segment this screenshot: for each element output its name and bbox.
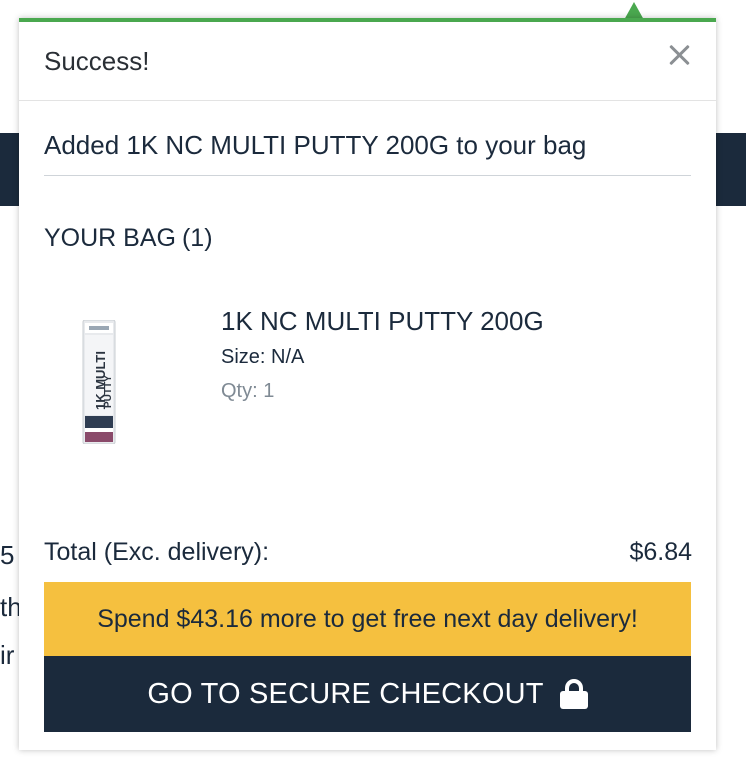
product-image[interactable]: 1K MULTI PUTTY <box>81 320 117 444</box>
secure-checkout-button[interactable]: GO TO SECURE CHECKOUT <box>44 656 691 732</box>
promo-text: Spend $43.16 more to get free next day d… <box>97 604 638 633</box>
lock-icon <box>559 679 588 709</box>
popup-header: Success! <box>19 22 716 101</box>
total-label: Total (Exc. delivery): <box>44 538 270 566</box>
bag-heading: YOUR BAG (1) <box>44 224 213 253</box>
product-size: Size: N/A <box>221 346 305 368</box>
product-name[interactable]: 1K NC MULTI PUTTY 200G <box>221 306 544 337</box>
product-quantity: Qty: 1 <box>221 380 275 402</box>
background-text-fragment: 5 <box>0 540 15 570</box>
added-to-bag-popup: Success! Added 1K NC MULTI PUTTY 200G to… <box>19 18 716 750</box>
svg-text:PUTTY: PUTTY <box>103 375 114 408</box>
background-text-fragment: ir <box>0 640 15 670</box>
popup-title: Success! <box>44 46 150 76</box>
free-delivery-promo-banner: Spend $43.16 more to get free next day d… <box>44 582 691 656</box>
total-value: $6.84 <box>629 538 692 566</box>
close-icon[interactable] <box>664 40 694 70</box>
added-message: Added 1K NC MULTI PUTTY 200G to your bag <box>44 130 691 176</box>
bag-count: (1) <box>181 224 213 252</box>
checkout-label: GO TO SECURE CHECKOUT <box>147 677 544 710</box>
bag-label: YOUR BAG <box>44 224 176 252</box>
